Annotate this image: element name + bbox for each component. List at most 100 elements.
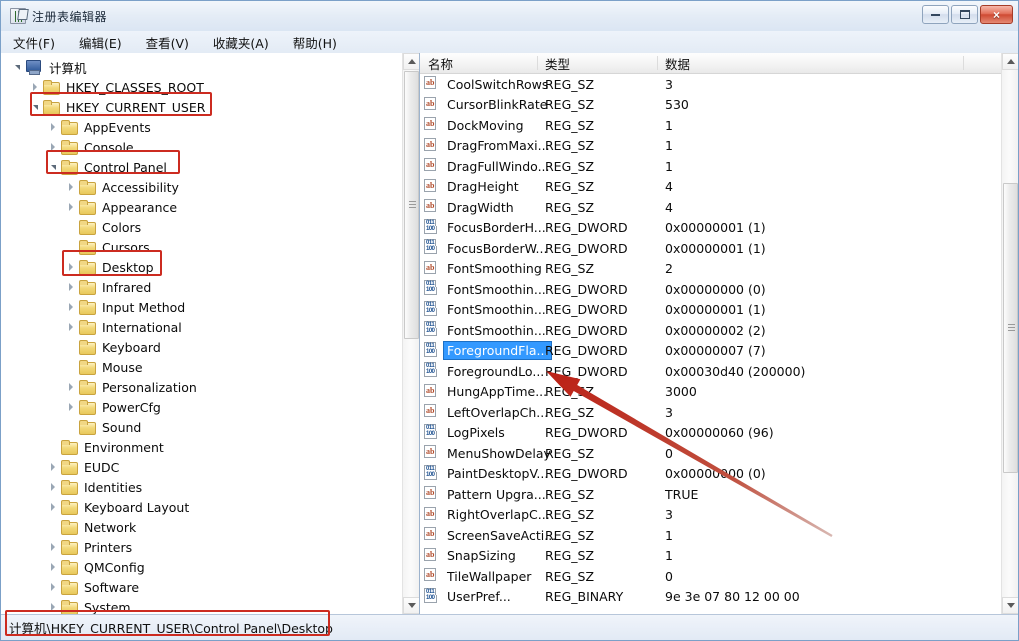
menu-edit[interactable]: 编辑(E) [77, 32, 124, 53]
expand-arrow-icon[interactable] [63, 297, 79, 317]
tree-item-qmconfig[interactable]: QMConfig [1, 557, 397, 577]
tree-item-appearance[interactable]: Appearance [1, 197, 397, 217]
expand-arrow-icon[interactable] [45, 497, 61, 517]
value-row[interactable]: LogPixelsREG_DWORD0x00000060 (96) [420, 423, 1018, 444]
value-row[interactable]: DockMovingREG_SZ1 [420, 115, 1018, 136]
menu-file[interactable]: 文件(F) [11, 32, 57, 53]
value-row[interactable]: ForegroundFla...REG_DWORD0x00000007 (7) [420, 341, 1018, 362]
tree-item-colors[interactable]: Colors [1, 217, 397, 237]
tree-scrollbar[interactable] [402, 53, 419, 614]
expand-arrow-icon[interactable] [45, 457, 61, 477]
tree-item-keyboard-layout[interactable]: Keyboard Layout [1, 497, 397, 517]
tree-item-hkey-classes-root[interactable]: HKEY_CLASSES_ROOT [1, 77, 397, 97]
value-row[interactable]: MenuShowDelayREG_SZ0 [420, 443, 1018, 464]
expand-arrow-icon[interactable] [45, 117, 61, 137]
value-row[interactable]: DragFullWindo...REG_SZ1 [420, 156, 1018, 177]
value-row[interactable]: FontSmoothin...REG_DWORD0x00000001 (1) [420, 300, 1018, 321]
value-row[interactable]: DragWidthREG_SZ4 [420, 197, 1018, 218]
tree-item-eudc[interactable]: EUDC [1, 457, 397, 477]
expand-arrow-icon[interactable] [63, 317, 79, 337]
value-row[interactable]: FontSmoothin...REG_DWORD0x00000000 (0) [420, 279, 1018, 300]
tree-item-international[interactable]: International [1, 317, 397, 337]
value-row[interactable]: DragHeightREG_SZ4 [420, 177, 1018, 198]
menu-help[interactable]: 帮助(H) [291, 32, 339, 53]
column-header-name[interactable]: 名称 [420, 53, 537, 73]
expand-arrow-icon[interactable] [45, 137, 61, 157]
tree-item-environment[interactable]: Environment [1, 437, 397, 457]
tree-item-personalization[interactable]: Personalization [1, 377, 397, 397]
tree-item-cursors[interactable]: Cursors [1, 237, 397, 257]
value-row[interactable]: PaintDesktopV...REG_DWORD0x00000000 (0) [420, 464, 1018, 485]
tree-scroll-up-button[interactable] [403, 53, 420, 70]
expand-arrow-icon[interactable] [63, 277, 79, 297]
tree-item-console[interactable]: Console [1, 137, 397, 157]
tree-item-control-panel[interactable]: Control Panel [1, 157, 397, 177]
expand-arrow-icon[interactable] [63, 377, 79, 397]
value-row[interactable]: ScreenSaveActi...REG_SZ1 [420, 525, 1018, 546]
column-header-data[interactable]: 数据 [657, 53, 963, 73]
tree-item--[interactable]: 计算机 [1, 57, 397, 77]
tree-item-keyboard[interactable]: Keyboard [1, 337, 397, 357]
tree-item-mouse[interactable]: Mouse [1, 357, 397, 377]
tree-item-accessibility[interactable]: Accessibility [1, 177, 397, 197]
value-data-cell: 4 [657, 179, 1018, 194]
tree-item-appevents[interactable]: AppEvents [1, 117, 397, 137]
tree-item-network[interactable]: Network [1, 517, 397, 537]
tree-item-hkey-current-user[interactable]: HKEY_CURRENT_USER [1, 97, 397, 117]
minimize-button[interactable] [922, 5, 949, 24]
value-row[interactable]: ForegroundLo...REG_DWORD0x00030d40 (2000… [420, 361, 1018, 382]
value-data-cell: 3000 [657, 384, 1018, 399]
maximize-button[interactable] [951, 5, 978, 24]
values-scrollbar[interactable] [1001, 53, 1018, 614]
tree-item-infrared[interactable]: Infrared [1, 277, 397, 297]
tree-item-software[interactable]: Software [1, 577, 397, 597]
value-row[interactable]: FocusBorderH...REG_DWORD0x00000001 (1) [420, 218, 1018, 239]
folder-icon [61, 160, 77, 174]
tree-item-input-method[interactable]: Input Method [1, 297, 397, 317]
expand-arrow-icon[interactable] [45, 597, 61, 614]
tree-item-desktop[interactable]: Desktop [1, 257, 397, 277]
value-row[interactable]: CursorBlinkRateREG_SZ530 [420, 95, 1018, 116]
expand-arrow-icon[interactable] [45, 537, 61, 557]
tree-item-sound[interactable]: Sound [1, 417, 397, 437]
value-row[interactable]: FontSmoothin...REG_DWORD0x00000002 (2) [420, 320, 1018, 341]
value-row[interactable]: HungAppTime...REG_SZ3000 [420, 382, 1018, 403]
value-name-cell: LogPixels [420, 424, 537, 441]
value-row[interactable]: TileWallpaperREG_SZ0 [420, 566, 1018, 587]
collapse-arrow-icon[interactable] [9, 57, 25, 77]
collapse-arrow-icon[interactable] [27, 97, 43, 117]
expand-arrow-icon[interactable] [27, 77, 43, 97]
expand-arrow-icon[interactable] [63, 177, 79, 197]
value-row[interactable]: UserPref...REG_BINARY9e 3e 07 80 12 00 0… [420, 587, 1018, 608]
value-row[interactable]: Pattern Upgra...REG_SZTRUE [420, 484, 1018, 505]
expand-arrow-icon[interactable] [45, 577, 61, 597]
values-scroll-down-button[interactable] [1002, 597, 1018, 614]
value-row[interactable]: SnapSizingREG_SZ1 [420, 546, 1018, 567]
tree-item-printers[interactable]: Printers [1, 537, 397, 557]
tree-item-powercfg[interactable]: PowerCfg [1, 397, 397, 417]
value-row[interactable]: LeftOverlapCh...REG_SZ3 [420, 402, 1018, 423]
values-scroll-up-button[interactable] [1002, 53, 1018, 70]
value-row[interactable]: FocusBorderW...REG_DWORD0x00000001 (1) [420, 238, 1018, 259]
collapse-arrow-icon[interactable] [45, 157, 61, 177]
expand-arrow-icon[interactable] [45, 477, 61, 497]
tree-item-system[interactable]: System [1, 597, 397, 614]
menu-view[interactable]: 查看(V) [144, 32, 191, 53]
tree-scroll-down-button[interactable] [403, 597, 420, 614]
chevron-right-icon [51, 563, 55, 571]
expand-arrow-icon[interactable] [63, 257, 79, 277]
expand-arrow-icon[interactable] [63, 197, 79, 217]
value-row[interactable]: FontSmoothingREG_SZ2 [420, 259, 1018, 280]
value-row[interactable]: DragFromMaxi...REG_SZ1 [420, 136, 1018, 157]
expand-arrow-icon[interactable] [63, 397, 79, 417]
values-scroll-thumb[interactable] [1003, 183, 1018, 473]
menu-favorites[interactable]: 收藏夹(A) [211, 32, 271, 53]
value-row[interactable]: RightOverlapC...REG_SZ3 [420, 505, 1018, 526]
column-header-type[interactable]: 类型 [537, 53, 657, 73]
tree-item-identities[interactable]: Identities [1, 477, 397, 497]
value-name-cell: UserPref... [420, 588, 537, 605]
tree-scroll-thumb[interactable] [404, 71, 419, 339]
value-row[interactable]: CoolSwitchRowsREG_SZ3 [420, 74, 1018, 95]
close-button[interactable]: × [980, 5, 1013, 24]
expand-arrow-icon[interactable] [45, 557, 61, 577]
